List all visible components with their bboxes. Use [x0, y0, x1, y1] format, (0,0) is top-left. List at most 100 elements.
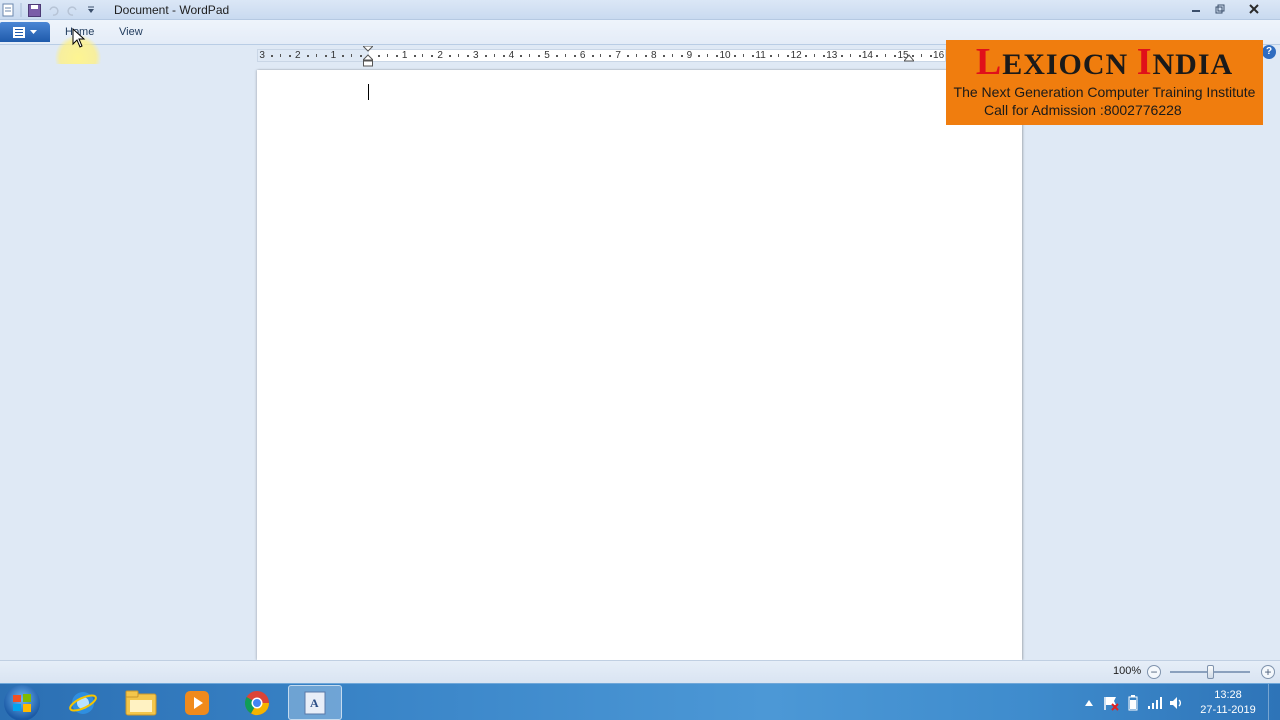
ruler-tick: [698, 55, 701, 57]
application-menu-button[interactable]: [0, 22, 50, 42]
title-bar: Document - WordPad: [0, 0, 1280, 20]
ruler-tick: [929, 55, 932, 57]
show-hidden-icons-icon[interactable]: [1078, 692, 1100, 714]
svg-text:A: A: [310, 696, 319, 710]
ruler-tick: [324, 55, 327, 57]
quick-access-toolbar: [0, 2, 102, 18]
ruler-tick: [627, 55, 630, 57]
ruler-tick: [644, 55, 647, 57]
text-caret: [368, 84, 369, 100]
ruler-number: 12: [790, 50, 802, 61]
network-signal-icon[interactable]: [1144, 692, 1166, 714]
ruler-number: 13: [826, 50, 838, 61]
ruler-tick: [609, 55, 612, 57]
zoom-slider-thumb[interactable]: [1207, 665, 1214, 679]
indent-marker-icon[interactable]: [363, 46, 373, 68]
ruler-number: 3: [259, 50, 265, 61]
zoom-level: 100%: [1113, 665, 1142, 677]
document-page[interactable]: [257, 70, 1022, 660]
clock[interactable]: 13:28 27-11-2019: [1188, 688, 1268, 718]
ruler-number: 6: [579, 50, 586, 61]
ruler-tick: [555, 55, 558, 57]
media-player-icon[interactable]: [170, 685, 224, 720]
ruler-number: 2: [437, 50, 443, 61]
status-bar: 100% − +: [0, 660, 1280, 683]
ruler-number: 14: [861, 50, 873, 61]
restore-button[interactable]: [1208, 0, 1232, 17]
ruler-number: 10: [719, 50, 731, 61]
ruler-tick: [573, 55, 576, 57]
ruler-tick: [360, 55, 363, 57]
action-center-flag-icon[interactable]: [1100, 692, 1122, 714]
zoom-in-button[interactable]: +: [1261, 665, 1275, 679]
ruler-tick: [351, 54, 353, 57]
ruler-tick: [885, 54, 887, 57]
ruler-tick: [894, 55, 897, 57]
zoom-out-button[interactable]: −: [1147, 665, 1161, 679]
undo-icon[interactable]: [45, 2, 61, 18]
ruler-tick: [751, 55, 754, 57]
ruler-tick: [742, 54, 744, 57]
show-desktop-button[interactable]: [1268, 684, 1280, 720]
ruler-tick: [849, 54, 851, 57]
wordpad-app-icon[interactable]: [0, 2, 16, 18]
file-explorer-icon[interactable]: [114, 685, 168, 720]
ruler-number: 11: [755, 50, 766, 61]
ruler-number: 1: [401, 50, 408, 61]
ruler-tick: [858, 55, 861, 57]
windows-start-icon[interactable]: [4, 685, 40, 720]
ruler-tick: [778, 54, 780, 57]
chrome-icon[interactable]: [230, 685, 284, 720]
ruler-tick: [395, 55, 398, 57]
ruler-tick: [876, 55, 879, 57]
close-button[interactable]: [1232, 0, 1276, 17]
clock-time: 13:28: [1214, 688, 1242, 701]
ruler-tick: [805, 55, 808, 57]
mouse-pointer-icon: [72, 28, 86, 48]
ruler-tick: [733, 55, 736, 57]
window-title: Document - WordPad: [114, 3, 230, 17]
ruler-tick: [840, 55, 843, 57]
ruler-tick: [529, 54, 531, 57]
ruler-number: 16: [933, 50, 945, 61]
ruler-number: 3: [473, 50, 479, 61]
ruler-tick: [422, 54, 424, 57]
ruler-tick: [636, 54, 637, 57]
ruler-number: 4: [508, 50, 515, 61]
tab-view[interactable]: View: [119, 26, 143, 38]
banner-title-part-2: NDIA: [1152, 48, 1234, 81]
window-controls: [1184, 0, 1276, 18]
ruler-tick: [600, 54, 602, 57]
ruler-tick: [671, 54, 673, 57]
internet-explorer-icon[interactable]: [56, 685, 110, 720]
menu-icon: [13, 26, 25, 38]
ruler[interactable]: 3 2 1 1 2 3 4 5 6 7 8 9 10 11 12 13 14 15 16: [257, 46, 946, 67]
ruler-tick: [280, 54, 281, 57]
ruler-tick: [458, 54, 459, 57]
ruler-tick: [716, 55, 719, 57]
taskbar: A 13:28 27-11-2019: [0, 683, 1280, 720]
ruler-tick: [271, 55, 274, 57]
banner-title: LEXIOCN INDIA: [946, 41, 1263, 83]
redo-icon[interactable]: [64, 2, 80, 18]
customize-toolbar-icon[interactable]: [83, 2, 99, 18]
ruler-tick: [493, 54, 495, 57]
ruler-tick: [466, 55, 469, 57]
ruler-margin: [258, 50, 369, 61]
ruler-tick: [449, 55, 452, 57]
banner-title-letter-l: L: [975, 41, 1003, 83]
clock-date: 27-11-2019: [1200, 703, 1256, 716]
ruler-tick: [787, 55, 790, 57]
battery-icon[interactable]: [1122, 692, 1144, 714]
volume-icon[interactable]: [1166, 692, 1188, 714]
help-icon[interactable]: ?: [1262, 45, 1276, 59]
ruler-tick: [538, 55, 541, 57]
minimize-button[interactable]: [1184, 0, 1208, 17]
ruler-tick: [822, 55, 825, 57]
right-indent-marker-icon[interactable]: [904, 53, 914, 62]
ruler-tick: [920, 54, 922, 57]
wordpad-icon[interactable]: A: [288, 685, 342, 720]
save-icon[interactable]: [26, 2, 42, 18]
banner-subtitle: The Next Generation Computer Training In…: [953, 84, 1256, 100]
divider: [19, 2, 23, 18]
